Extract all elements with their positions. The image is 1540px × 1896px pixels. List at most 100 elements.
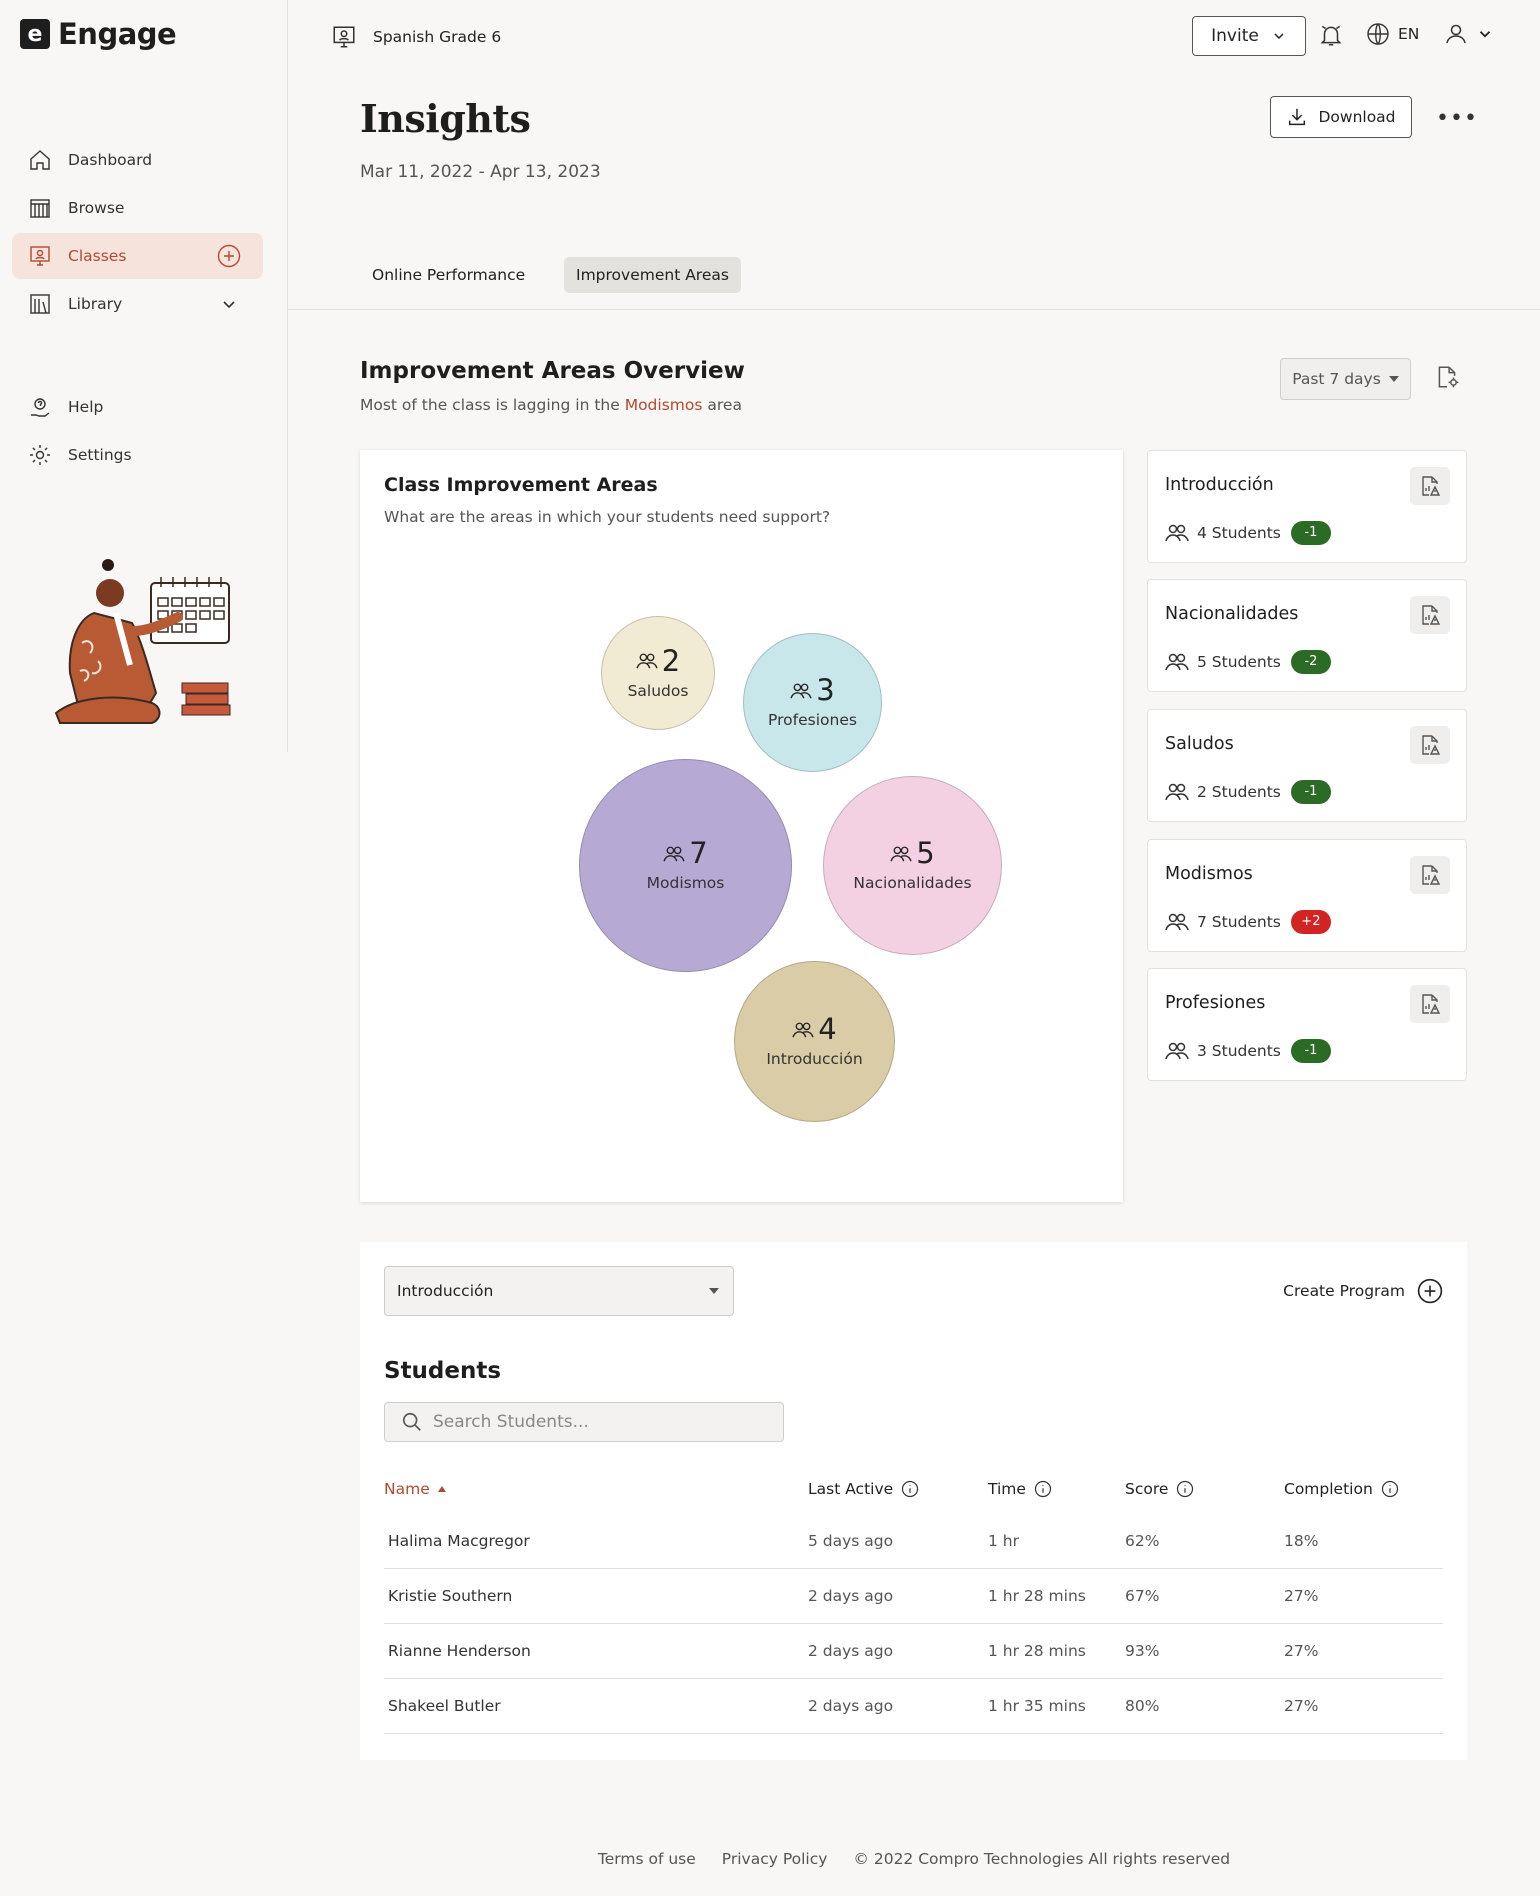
bubble-nacionalidades[interactable]: 5 Nacionalidades (823, 776, 1002, 955)
sidebar-item-classes[interactable]: Classes (12, 233, 263, 279)
date-range: Mar 11, 2022 - Apr 13, 2023 (360, 162, 601, 182)
search-input[interactable] (433, 1412, 763, 1432)
sidebar-item-browse[interactable]: Browse (12, 185, 263, 231)
change-badge: -1 (1290, 521, 1331, 545)
bubble-label: Saludos (627, 681, 689, 700)
area-select[interactable]: Introducción (384, 1266, 734, 1316)
sidebar-item-dashboard[interactable]: Dashboard (12, 137, 263, 183)
column-header-completion[interactable]: Completion (1284, 1480, 1399, 1498)
students-icon (890, 845, 912, 863)
students-icon (1165, 912, 1189, 932)
area-card-students: 3 Students (1197, 1042, 1281, 1060)
column-header-name[interactable]: Name (384, 1480, 446, 1498)
student-name: Shakeel Butler (388, 1697, 501, 1715)
footer: Terms of use Privacy Policy © 2022 Compr… (0, 1850, 1540, 1868)
report-icon[interactable] (1410, 726, 1450, 764)
subtitle-prefix: Most of the class is lagging in the (360, 396, 620, 414)
add-class-icon[interactable] (217, 244, 241, 268)
area-card-title: Modismos (1165, 864, 1253, 884)
plus-circle-icon (1417, 1278, 1443, 1304)
terms-link[interactable]: Terms of use (598, 1850, 696, 1868)
tab-online-performance[interactable]: Online Performance (360, 257, 537, 293)
tab-improvement-areas[interactable]: Improvement Areas (564, 257, 741, 293)
column-label: Score (1125, 1480, 1169, 1498)
column-header-time[interactable]: Time (988, 1480, 1052, 1498)
info-icon[interactable] (1381, 1480, 1399, 1498)
user-menu[interactable] (1444, 22, 1494, 46)
sidebar-item-help[interactable]: Help (12, 384, 263, 430)
sidebar-item-library[interactable]: Library (12, 281, 263, 327)
info-icon[interactable] (1176, 1480, 1194, 1498)
student-name: Kristie Southern (388, 1587, 513, 1605)
class-selector[interactable]: Spanish Grade 6 (331, 24, 501, 50)
privacy-link[interactable]: Privacy Policy (722, 1850, 828, 1868)
area-select-value: Introducción (397, 1282, 494, 1300)
info-icon[interactable] (901, 1480, 919, 1498)
notifications-button[interactable] (1318, 22, 1344, 48)
bubble-modismos[interactable]: 7 Modismos (579, 759, 792, 972)
report-icon[interactable] (1410, 467, 1450, 505)
report-icon[interactable] (1410, 596, 1450, 634)
area-card-students: 5 Students (1197, 653, 1281, 671)
students-panel: Introducción Create Program Students Nam… (360, 1242, 1467, 1760)
area-card[interactable]: Introducción 4 Students -1 (1147, 450, 1467, 563)
subtitle-suffix: area (707, 396, 742, 414)
table-row[interactable]: Shakeel Butler 2 days ago 1 hr 35 mins 8… (384, 1679, 1443, 1734)
sidebar-item-label: Help (68, 398, 104, 416)
student-time: 1 hr 28 mins (988, 1587, 1086, 1605)
student-score: 80% (1125, 1697, 1160, 1715)
bubble-introduccion[interactable]: 4 Introducción (734, 961, 895, 1122)
student-time: 1 hr 28 mins (988, 1642, 1086, 1660)
student-search[interactable] (384, 1402, 784, 1442)
area-card-title: Introducción (1165, 475, 1274, 495)
bubble-value: 5 (916, 836, 935, 870)
column-label: Name (384, 1480, 430, 1498)
report-icon[interactable] (1410, 856, 1450, 894)
bubble-saludos[interactable]: 2 Saludos (601, 616, 715, 730)
area-card-title: Nacionalidades (1165, 604, 1299, 624)
area-card-title: Saludos (1165, 734, 1234, 754)
student-score: 67% (1125, 1587, 1160, 1605)
invite-button[interactable]: Invite (1192, 16, 1306, 56)
students-icon (790, 682, 812, 700)
report-settings-icon[interactable] (1434, 364, 1460, 390)
home-icon (28, 148, 52, 172)
language-selector[interactable]: EN (1366, 22, 1419, 46)
period-dropdown[interactable]: Past 7 days (1280, 358, 1411, 400)
table-row[interactable]: Rianne Henderson 2 days ago 1 hr 28 mins… (384, 1624, 1443, 1679)
info-icon[interactable] (1034, 1480, 1052, 1498)
overview-title: Improvement Areas Overview (360, 358, 745, 384)
sidebar-item-label: Dashboard (68, 151, 153, 169)
area-card[interactable]: Saludos 2 Students -1 (1147, 709, 1467, 822)
column-header-last-active[interactable]: Last Active (808, 1480, 919, 1498)
area-card-students: 7 Students (1197, 913, 1281, 931)
change-badge: +2 (1290, 910, 1331, 934)
table-row[interactable]: Halima Macgregor 5 days ago 1 hr 62% 18% (384, 1514, 1443, 1569)
sidebar-item-settings[interactable]: Settings (12, 432, 263, 478)
create-program-label: Create Program (1283, 1282, 1405, 1300)
download-button[interactable]: Download (1270, 96, 1412, 138)
column-header-score[interactable]: Score (1125, 1480, 1194, 1498)
students-title: Students (384, 1358, 502, 1384)
bubble-value: 4 (818, 1012, 837, 1046)
brand-logo[interactable]: e Engage (20, 17, 177, 51)
bubble-profesiones[interactable]: 3 Profesiones (743, 633, 882, 772)
bubble-label: Introducción (766, 1050, 863, 1068)
alarm-bell-icon (1318, 22, 1344, 48)
report-icon[interactable] (1410, 985, 1450, 1023)
chevron-down-icon[interactable] (217, 292, 241, 316)
area-card[interactable]: Profesiones 3 Students -1 (1147, 968, 1467, 1081)
area-card-students: 4 Students (1197, 524, 1281, 542)
bubble-label: Profesiones (768, 711, 857, 729)
sidebar-item-label: Classes (68, 247, 127, 265)
subtitle-highlight: Modismos (624, 396, 703, 414)
table-row[interactable]: Kristie Southern 2 days ago 1 hr 28 mins… (384, 1569, 1443, 1624)
student-last-active: 2 days ago (808, 1697, 894, 1715)
area-card[interactable]: Modismos 7 Students +2 (1147, 839, 1467, 952)
students-icon (792, 1021, 814, 1039)
more-options-icon[interactable]: ••• (1436, 106, 1478, 131)
area-card[interactable]: Nacionalidades 5 Students -2 (1147, 579, 1467, 692)
caret-down-icon (709, 1288, 719, 1294)
bubble-value: 3 (816, 673, 835, 707)
create-program-button[interactable]: Create Program (1283, 1278, 1443, 1304)
